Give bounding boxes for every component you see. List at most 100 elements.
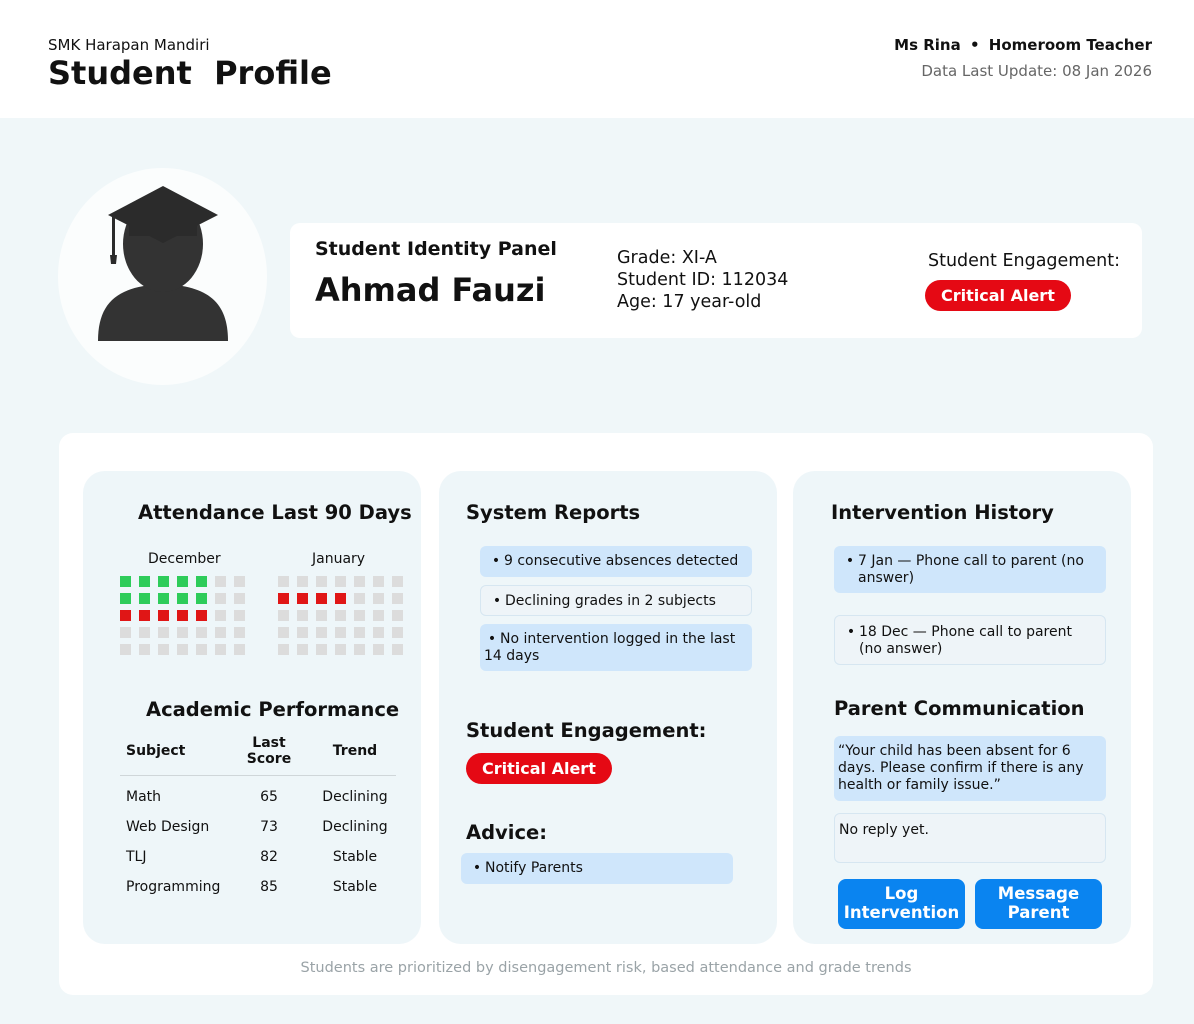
attendance-day-gray bbox=[215, 593, 226, 604]
attendance-day-gray bbox=[139, 627, 150, 638]
subject-cell: Math bbox=[126, 788, 162, 805]
parent-reply: No reply yet. bbox=[834, 813, 1106, 863]
table-row: Programming 85 Stable bbox=[120, 872, 396, 902]
attendance-day-green bbox=[196, 576, 207, 587]
attendance-day-gray bbox=[196, 627, 207, 638]
student-age: Age: 17 year-old bbox=[617, 292, 762, 312]
attendance-day-red bbox=[335, 593, 346, 604]
attendance-day-green bbox=[177, 593, 188, 604]
attendance-day-gray bbox=[278, 627, 289, 638]
teacher-name: Ms Rina bbox=[894, 36, 961, 54]
intervention-panel: Intervention History • 7 Jan — Phone call… bbox=[793, 471, 1131, 944]
score-cell: 85 bbox=[260, 878, 278, 895]
student-details: Grade: XI-A Student ID: 112034 Age: 17 y… bbox=[617, 247, 788, 313]
system-reports-title: System Reports bbox=[466, 501, 641, 524]
advice-item: • Notify Parents bbox=[461, 853, 733, 884]
last-update: Data Last Update: 08 Jan 2026 bbox=[921, 62, 1152, 80]
attendance-day-gray bbox=[234, 610, 245, 621]
engagement-label: Student Engagement: bbox=[928, 251, 1120, 271]
attendance-day-gray bbox=[120, 627, 131, 638]
system-engagement-label: Student Engagement: bbox=[466, 719, 707, 742]
attendance-day-gray bbox=[158, 627, 169, 638]
attendance-day-gray bbox=[215, 644, 226, 655]
table-row: Web Design 73 Declining bbox=[120, 812, 396, 842]
footnote: Students are prioritized by disengagemen… bbox=[300, 960, 912, 976]
attendance-title: Attendance Last 90 Days bbox=[138, 501, 412, 524]
student-id: Student ID: 112034 bbox=[617, 270, 789, 290]
attendance-day-gray bbox=[177, 627, 188, 638]
table-row: TLJ 82 Stable bbox=[120, 842, 396, 872]
attendance-day-gray bbox=[373, 593, 384, 604]
attendance-day-gray bbox=[392, 610, 403, 621]
trend-cell: Stable bbox=[332, 878, 378, 895]
attendance-day-gray bbox=[354, 627, 365, 638]
report-item: • 9 consecutive absences detected bbox=[480, 546, 752, 577]
intervention-item: • 18 Dec — Phone call to parent (no answe… bbox=[834, 615, 1106, 665]
subject-cell: TLJ bbox=[126, 848, 147, 865]
attendance-day-gray bbox=[335, 644, 346, 655]
student-identity-panel: Student Identity Panel Ahmad Fauzi Grade… bbox=[290, 223, 1142, 338]
attendance-day-gray bbox=[316, 627, 327, 638]
score-cell: 82 bbox=[260, 848, 278, 865]
attendance-day-gray bbox=[392, 627, 403, 638]
attendance-day-gray bbox=[373, 576, 384, 587]
attendance-day-gray bbox=[316, 644, 327, 655]
attendance-day-gray bbox=[278, 610, 289, 621]
attendance-day-red bbox=[177, 610, 188, 621]
trend-cell: Declining bbox=[322, 788, 388, 805]
attendance-day-red bbox=[278, 593, 289, 604]
attendance-day-gray bbox=[373, 644, 384, 655]
attendance-day-gray bbox=[392, 644, 403, 655]
attendance-day-gray bbox=[215, 627, 226, 638]
attendance-day-red bbox=[316, 593, 327, 604]
attendance-day-gray bbox=[373, 627, 384, 638]
trend-cell: Stable bbox=[332, 848, 378, 865]
column-header-last-score: Last Score bbox=[224, 735, 308, 776]
advice-title: Advice: bbox=[466, 821, 548, 844]
attendance-day-gray bbox=[234, 644, 245, 655]
attendance-day-gray bbox=[354, 576, 365, 587]
teacher-role: Homeroom Teacher bbox=[988, 36, 1152, 54]
attendance-day-gray bbox=[120, 644, 131, 655]
engagement-status-badge: Critical Alert bbox=[925, 280, 1071, 311]
teacher-info: Ms Rina • Homeroom Teacher bbox=[894, 36, 1152, 54]
table-header-row: Subject Last Score Trend bbox=[120, 735, 396, 776]
trend-cell: Declining bbox=[322, 818, 388, 835]
attendance-day-red bbox=[158, 610, 169, 621]
attendance-day-gray bbox=[335, 576, 346, 587]
attendance-day-gray bbox=[392, 593, 403, 604]
attendance-day-gray bbox=[177, 644, 188, 655]
attendance-day-gray bbox=[234, 593, 245, 604]
attendance-day-gray bbox=[354, 644, 365, 655]
intervention-item: • 7 Jan — Phone call to parent (no answer… bbox=[834, 546, 1106, 593]
identity-panel-label: Student Identity Panel bbox=[315, 238, 557, 260]
academic-table: Subject Last Score Trend Math 65 Declini… bbox=[120, 735, 396, 902]
attendance-day-green bbox=[120, 593, 131, 604]
system-reports-panel: System Reports • 9 consecutive absences d… bbox=[439, 471, 777, 944]
attendance-day-gray bbox=[354, 593, 365, 604]
attendance-day-gray bbox=[139, 644, 150, 655]
attendance-day-gray bbox=[335, 627, 346, 638]
attendance-day-gray bbox=[297, 627, 308, 638]
column-header-trend: Trend bbox=[308, 735, 396, 776]
column-header-subject: Subject bbox=[120, 735, 224, 776]
score-cell: 73 bbox=[260, 818, 278, 835]
attendance-day-gray bbox=[215, 610, 226, 621]
attendance-day-gray bbox=[278, 644, 289, 655]
attendance-day-green bbox=[139, 576, 150, 587]
attendance-day-green bbox=[196, 593, 207, 604]
attendance-academic-panel: Attendance Last 90 Days December January… bbox=[83, 471, 421, 944]
attendance-day-gray bbox=[392, 576, 403, 587]
attendance-day-gray bbox=[297, 644, 308, 655]
academic-title: Academic Performance bbox=[146, 698, 400, 721]
attendance-day-green bbox=[139, 593, 150, 604]
attendance-day-green bbox=[177, 576, 188, 587]
log-intervention-button[interactable]: Log Intervention bbox=[838, 879, 965, 929]
subject-cell: Web Design bbox=[126, 818, 210, 835]
attendance-day-red bbox=[139, 610, 150, 621]
student-avatar bbox=[58, 168, 267, 385]
message-parent-button[interactable]: Message Parent bbox=[975, 879, 1102, 929]
page-title: Student Profile bbox=[48, 54, 332, 92]
report-item: • No intervention logged in the last 14 d… bbox=[480, 624, 752, 671]
attendance-day-gray bbox=[196, 644, 207, 655]
